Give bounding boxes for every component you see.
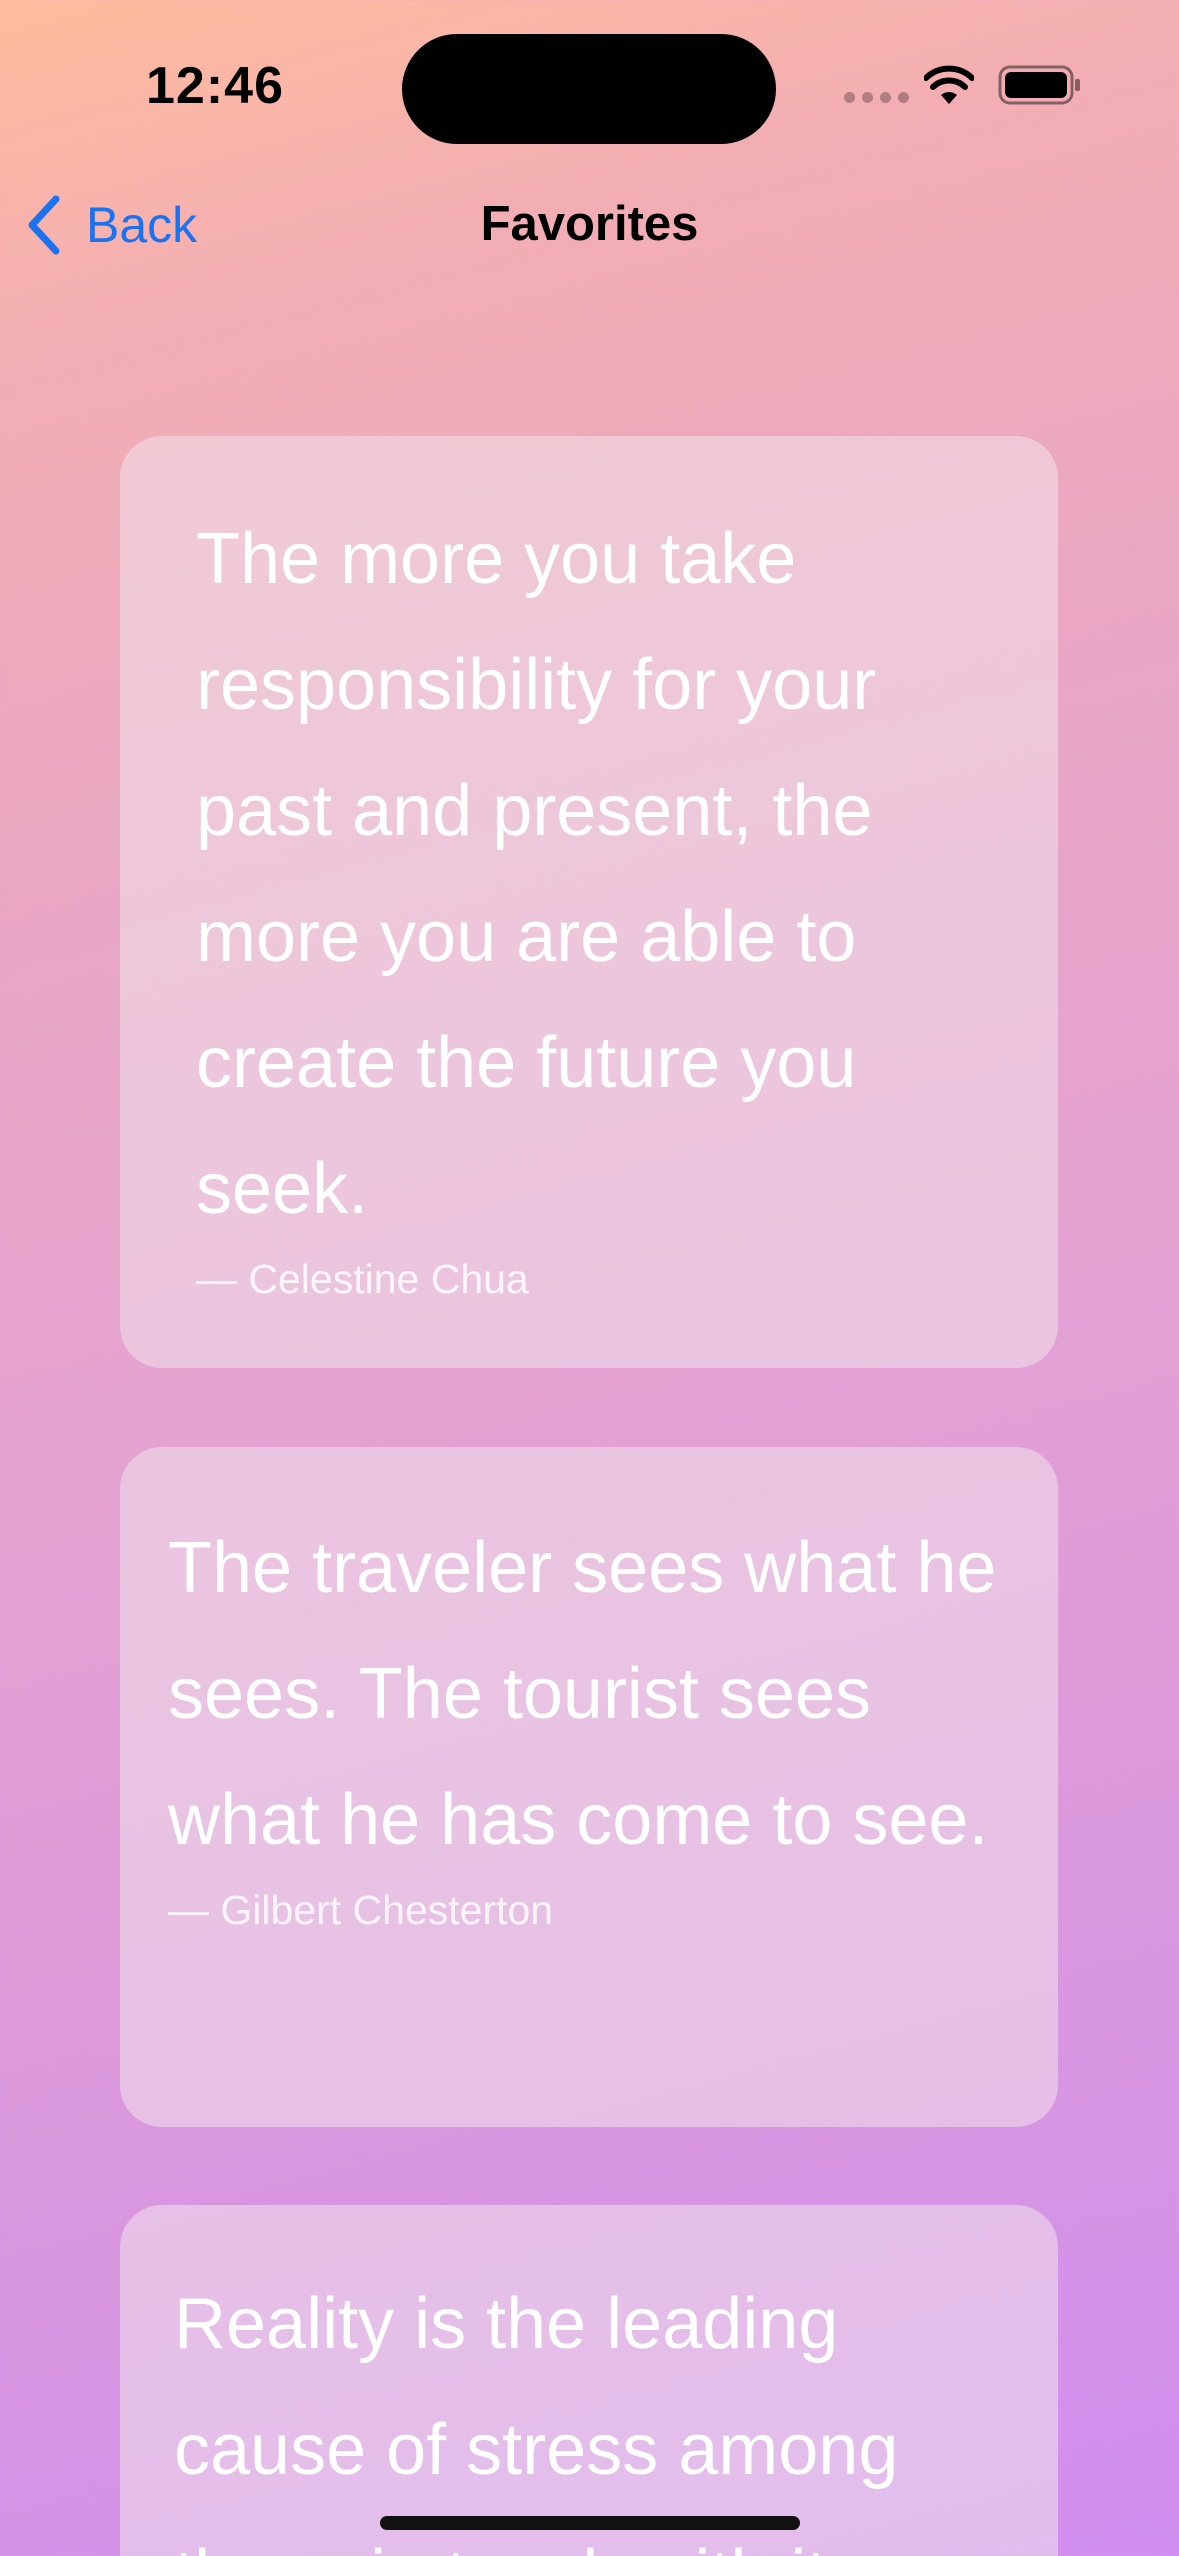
quote-card[interactable]: The more you take responsibility for you… — [120, 436, 1058, 1368]
battery-icon — [998, 65, 1080, 105]
cellular-signal-icon — [844, 92, 909, 103]
quote-text: The more you take responsibility for you… — [196, 519, 877, 1229]
quote-author: — Celestine Chua — [196, 1256, 529, 1302]
status-time: 12:46 — [146, 57, 284, 115]
wifi-icon — [924, 65, 974, 104]
home-indicator[interactable] — [380, 2516, 800, 2530]
quote-card[interactable]: The traveler sees what he sees. The tour… — [120, 1447, 1058, 2127]
dynamic-island — [402, 34, 776, 144]
quote-card[interactable]: Reality is the leading cause of stress a… — [120, 2205, 1058, 2556]
page-title: Favorites — [480, 197, 699, 251]
quote-text: The traveler sees what he sees. The tour… — [168, 1528, 997, 1860]
quote-text: Reality is the leading cause of stress a… — [174, 2284, 899, 2556]
quote-author: — Gilbert Chesterton — [168, 1887, 554, 1933]
